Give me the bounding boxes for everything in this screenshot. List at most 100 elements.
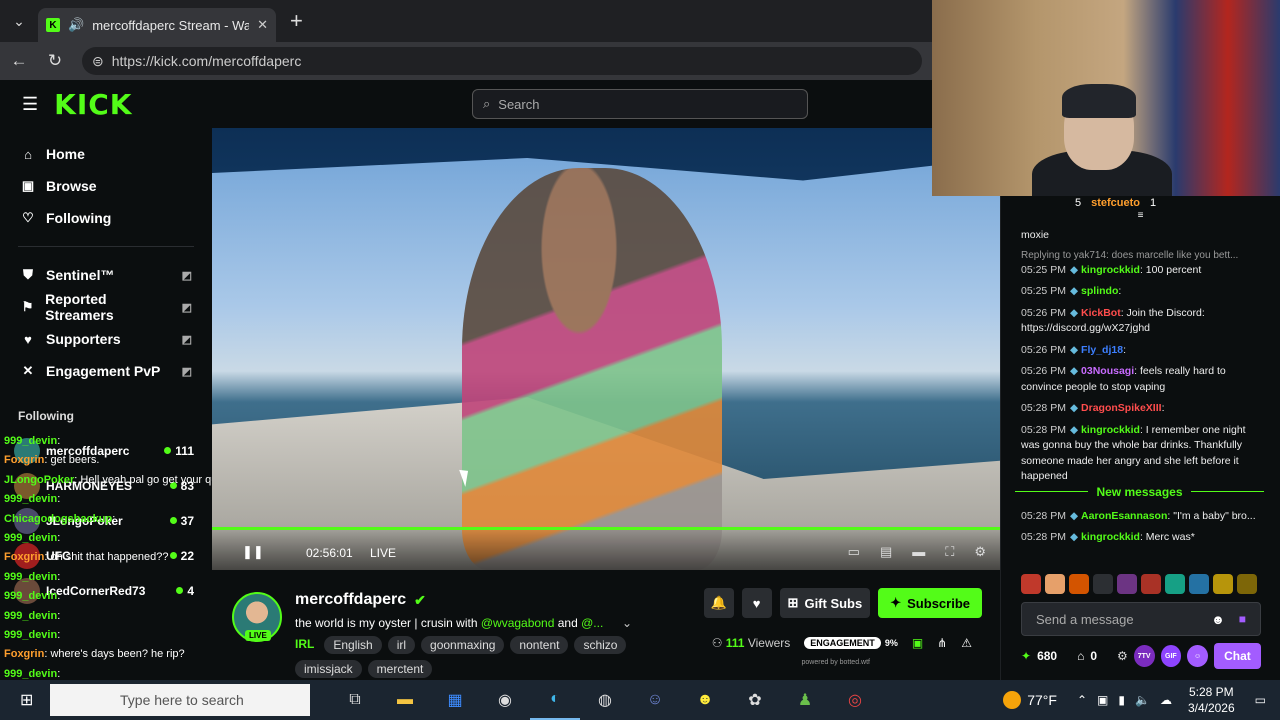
chat-message[interactable]: 05:28 PM ◆ DragonSpikeXIII: [1001, 401, 1280, 417]
miniplayer-icon[interactable]: ▭ [848, 544, 860, 560]
video-player[interactable]: ❚❚ 02:56:01 LIVE ▭ ▤ ▬ ⛶ ⚙ [212, 128, 1000, 570]
cloud-icon[interactable]: ☁ [1160, 693, 1172, 707]
windows-start-icon[interactable]: ⊞ [20, 690, 40, 710]
tag[interactable]: merctent [367, 660, 433, 678]
notifications-icon[interactable]: ▭ [1255, 693, 1266, 707]
fullscreen-icon[interactable]: ⛶ [945, 544, 954, 560]
back-icon[interactable]: ← [10, 51, 28, 71]
clock[interactable]: 5:28 PM 3/4/2026 [1188, 684, 1235, 716]
tag[interactable]: schizo [574, 636, 627, 654]
pause-icon[interactable]: ❚❚ [242, 544, 264, 560]
tag[interactable]: irl [387, 636, 416, 654]
chat-username[interactable]: KickBot [1081, 307, 1121, 319]
emoji-icon[interactable]: ☻ [1211, 612, 1225, 627]
share-icon[interactable]: ⋔ [937, 636, 947, 650]
streamer-name[interactable]: mercoffdaperc [295, 591, 406, 609]
emote[interactable] [1093, 574, 1113, 594]
emote[interactable] [1165, 574, 1185, 594]
follow-button[interactable]: ♥ [741, 588, 772, 618]
tab-close-button[interactable]: ✕ [257, 17, 268, 33]
chat-message[interactable]: 05:25 PM ◆ kingrockkid: 100 percent [1001, 263, 1280, 279]
theater-icon[interactable]: ▬ [912, 544, 925, 560]
tab-search-dropdown[interactable]: ⌄ [0, 0, 38, 42]
chat-message-input[interactable]: Send a message ☻ ■ [1021, 602, 1261, 636]
site-info-icon[interactable]: ⊜ [92, 53, 104, 70]
subscribe-button[interactable]: ✦ Subscribe [878, 588, 982, 618]
new-messages-divider[interactable]: New messages [1015, 484, 1264, 501]
app-icon[interactable]: ✿ [730, 680, 780, 720]
kick-logo[interactable]: KICK [54, 88, 132, 121]
gift-icon[interactable]: ■ [1239, 612, 1246, 626]
progress-bar[interactable] [212, 527, 1000, 530]
usb-icon[interactable]: ▮ [1118, 693, 1125, 707]
sidebar-item-engagement-pvp[interactable]: ✕ Engagement PvP ◩ [0, 355, 212, 387]
report-icon[interactable]: ⚠ [961, 636, 972, 650]
steam-icon[interactable]: ◉ [480, 680, 530, 720]
url-field[interactable]: ⊜ https://kick.com/mercoffdaperc [82, 47, 922, 75]
7tv-icon[interactable]: 7TV [1133, 645, 1155, 667]
chat-message[interactable]: 05:28 PM ◆ kingrockkid: Merc was* [1001, 530, 1280, 546]
speaker-icon[interactable]: 🔊 [68, 17, 84, 33]
emote[interactable] [1069, 574, 1089, 594]
search-input[interactable]: ⌕ Search [472, 89, 808, 119]
browser-tab-active[interactable]: K 🔊 mercoffdaperc Stream - Watch ✕ [38, 8, 276, 42]
chat-send-button[interactable]: Chat [1213, 643, 1261, 669]
sidebar-item-browse[interactable]: ▣ Browse [0, 170, 212, 202]
store-icon[interactable]: ▦ [430, 680, 480, 720]
live-indicator[interactable]: LIVE [370, 546, 396, 560]
tag[interactable]: nontent [510, 636, 569, 654]
chat-message[interactable]: 05:26 PM ◆ 03Nousagi: feels really hard to… [1001, 364, 1280, 395]
emote[interactable] [1189, 574, 1209, 594]
menu-icon[interactable]: ☰ [22, 94, 38, 115]
emote[interactable] [1045, 574, 1065, 594]
file-explorer-icon[interactable]: ▬ [380, 680, 430, 720]
volume-icon[interactable]: 🔈 [1135, 693, 1150, 707]
chat-settings-icon[interactable]: ⚙ [1117, 649, 1128, 663]
chat-message[interactable]: 05:25 PM ◆ splindo: [1001, 284, 1280, 300]
chat-message[interactable]: 05:26 PM ◆ KickBot: Join the Discord: http… [1001, 306, 1280, 337]
tag[interactable]: goonmaxing [421, 636, 505, 654]
reload-icon[interactable]: ↻ [46, 51, 64, 71]
task-view-icon[interactable]: ⧉ [330, 680, 380, 720]
title-mention-2[interactable]: @... [581, 616, 603, 630]
recorder-icon[interactable]: ◎ [830, 680, 880, 720]
chevron-up-icon[interactable]: ⌃ [1077, 693, 1087, 707]
chat-username[interactable]: 03Nousagi [1081, 365, 1134, 377]
tray-app-icon[interactable]: ▣ [1097, 693, 1108, 707]
tag[interactable]: imissjack [295, 660, 362, 678]
chat-username[interactable]: AaronEsannason [1081, 510, 1167, 522]
chat-message[interactable]: 05:28 PM ◆ AaronEsannason: "I'm a baby" br… [1001, 509, 1280, 525]
channel-points[interactable]: 680 [1037, 649, 1057, 663]
emote[interactable] [1213, 574, 1233, 594]
edge-icon[interactable]: ◐ [530, 680, 580, 720]
botted-icon[interactable]: ▣ [912, 636, 923, 650]
obs-icon[interactable]: ◍ [580, 680, 630, 720]
sidebar-item-following[interactable]: ♡ Following [0, 202, 212, 234]
bits-count[interactable]: 0 [1090, 649, 1097, 663]
emote[interactable] [1141, 574, 1161, 594]
engagement-meter[interactable]: ENGAGEMENT 9% [804, 637, 898, 649]
chat-username[interactable]: kingrockkid [1081, 531, 1140, 543]
chat-message[interactable]: moxie [1001, 228, 1280, 244]
chat-username[interactable]: Fly_dj18 [1081, 344, 1123, 356]
gif-icon[interactable]: GIF [1160, 645, 1182, 667]
chat-username[interactable]: DragonSpikeXIII [1081, 402, 1162, 414]
chat-username[interactable]: kingrockkid [1081, 264, 1140, 276]
title-mention-1[interactable]: @wvagabond [481, 616, 555, 630]
chat-message[interactable]: 05:26 PM ◆ Fly_dj18: [1001, 343, 1280, 359]
emote[interactable] [1117, 574, 1137, 594]
collapse-icon[interactable]: ≡ [1001, 210, 1280, 221]
gift-subs-button[interactable]: ⊞ Gift Subs [779, 588, 871, 618]
emote-picker-icon[interactable]: ☺ [1187, 645, 1208, 667]
settings-icon[interactable]: ⚙ [974, 544, 986, 560]
sidebar-item-reported-streamers[interactable]: ⚑ Reported Streamers ◩ [0, 291, 212, 323]
sidebar-item-supporters[interactable]: ♥ Supporters ◩ [0, 323, 212, 355]
new-tab-button[interactable]: + [290, 8, 303, 34]
sidebar-item-home[interactable]: ⌂ Home [0, 138, 212, 170]
reply-context[interactable]: Replying to yak714: does marcelle like y… [1001, 250, 1280, 261]
chat-message[interactable]: 05:28 PM ◆ kingrockkid: I remember one nig… [1001, 423, 1280, 485]
game-icon[interactable]: ♟ [780, 680, 830, 720]
taskbar-search-input[interactable]: Type here to search [50, 684, 310, 716]
emote[interactable] [1021, 574, 1041, 594]
discord-icon[interactable]: ☺ [630, 680, 680, 720]
